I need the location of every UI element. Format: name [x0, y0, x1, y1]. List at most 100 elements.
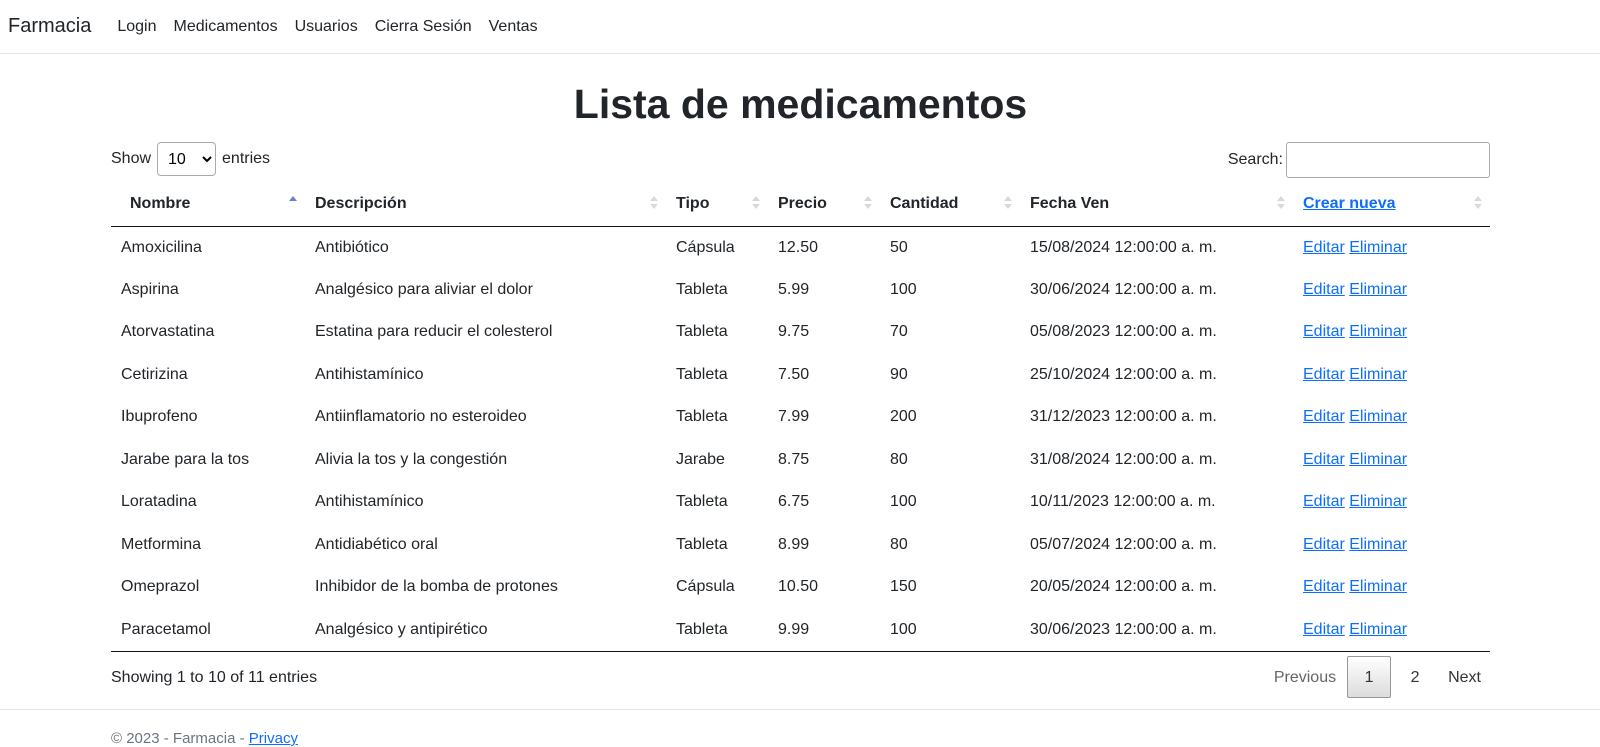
column-header-label: Cantidad	[890, 194, 959, 212]
table-info: Showing 1 to 10 of 11 entries	[111, 668, 318, 686]
delete-link[interactable]: Eliminar	[1349, 578, 1407, 595]
entries-length-control: Show 10 entries	[111, 142, 270, 176]
sort-icon	[752, 196, 760, 212]
table-body: Amoxicilina Antibiótico Cápsula 12.50 50 15/0…	[111, 226, 1490, 652]
cell-tipo: Jarabe	[676, 450, 725, 468]
table-row: Omeprazol Inhibidor de la bomba de proton…	[111, 566, 1490, 609]
cell-precio: 7.99	[778, 408, 810, 426]
edit-link[interactable]: Editar	[1303, 408, 1345, 425]
cell-tipo: Tableta	[676, 280, 728, 298]
edit-link[interactable]: Editar	[1303, 578, 1345, 595]
privacy-link[interactable]: Privacy	[249, 730, 298, 747]
column-header-label: Tipo	[676, 194, 710, 212]
cell-descripcion: Antibiótico	[315, 238, 389, 256]
pagination-page-1[interactable]: 1	[1347, 655, 1392, 698]
column-header-precio[interactable]: Precio	[768, 182, 880, 227]
show-label: Show	[111, 150, 152, 167]
delete-link[interactable]: Eliminar	[1349, 451, 1407, 468]
delete-link[interactable]: Eliminar	[1349, 366, 1407, 383]
cell-precio: 5.99	[778, 280, 810, 298]
cell-precio: 7.50	[778, 365, 810, 383]
table-header-row: Nombre Descripción Tipo Precio Cantidad	[111, 182, 1490, 227]
edit-link[interactable]: Editar	[1303, 493, 1345, 510]
sort-icon	[1474, 196, 1482, 212]
delete-link[interactable]: Eliminar	[1349, 536, 1407, 553]
search-input[interactable]	[1286, 142, 1490, 178]
nav-link-cierra-sesion[interactable]: Cierra Sesión	[375, 18, 472, 36]
column-header-tipo[interactable]: Tipo	[666, 182, 768, 227]
cell-cantidad: 100	[890, 280, 917, 298]
edit-link[interactable]: Editar	[1303, 323, 1345, 340]
edit-link[interactable]: Editar	[1303, 239, 1345, 256]
nav-link-login[interactable]: Login	[117, 18, 156, 36]
navbar-brand[interactable]: Farmacia	[8, 15, 91, 38]
pagination-previous-button[interactable]: Previous	[1265, 656, 1345, 698]
edit-link[interactable]: Editar	[1303, 281, 1345, 298]
cell-tipo: Tableta	[676, 408, 728, 426]
entries-select[interactable]: 10	[157, 142, 217, 176]
cell-nombre: Cetirizina	[121, 365, 188, 383]
table-row: Cetirizina Antihistamínico Tableta 7.50 90 25…	[111, 354, 1490, 397]
sort-ascending-icon	[289, 196, 297, 212]
edit-link[interactable]: Editar	[1303, 621, 1345, 638]
column-header-nombre[interactable]: Nombre	[111, 182, 305, 227]
page-title: Lista de medicamentos	[573, 81, 1028, 127]
cell-descripcion: Analgésico y antipirético	[305, 608, 666, 652]
cell-actions: Editar Eliminar	[1293, 439, 1490, 482]
cell-cantidad: 50	[890, 238, 908, 256]
delete-link[interactable]: Eliminar	[1349, 493, 1407, 510]
nav-link-ventas[interactable]: Ventas	[489, 18, 538, 36]
top-navbar: Farmacia Login Medicamentos Usuarios Cie…	[0, 0, 1600, 54]
search-label: Search:	[1227, 151, 1283, 168]
cell-actions: Editar Eliminar	[1293, 524, 1490, 567]
edit-link[interactable]: Editar	[1303, 366, 1345, 383]
cell-nombre: Atorvastatina	[121, 323, 215, 341]
cell-descripcion: Alivia la tos y la congestión	[315, 450, 508, 468]
cell-tipo: Cápsula	[676, 238, 735, 256]
cell-fecha-ven: 20/05/2024 12:00:00 a. m.	[1030, 578, 1217, 596]
create-new-link[interactable]: Crear nueva	[1303, 195, 1396, 212]
cell-cantidad: 100	[880, 608, 1020, 652]
cell-actions: Editar Eliminar	[1293, 354, 1490, 397]
cell-precio: 10.50	[778, 578, 819, 596]
cell-precio: 8.75	[778, 450, 810, 468]
medicamentos-table: Nombre Descripción Tipo Precio Cantidad	[111, 182, 1490, 652]
column-header-label: Precio	[778, 194, 827, 212]
cell-fecha-ven: 31/12/2023 12:00:00 a. m.	[1030, 408, 1217, 426]
delete-link[interactable]: Eliminar	[1349, 323, 1407, 340]
cell-tipo: Tableta	[666, 608, 768, 652]
cell-nombre: Omeprazol	[121, 578, 200, 596]
cell-fecha-ven: 31/08/2024 12:00:00 a. m.	[1030, 450, 1217, 468]
table-row: Loratadina Antihistamínico Tableta 6.75 100 1…	[111, 481, 1490, 524]
edit-link[interactable]: Editar	[1303, 536, 1345, 553]
footer-text: © 2023 - Farmacia -	[111, 730, 249, 747]
cell-precio: 6.75	[778, 493, 810, 511]
pagination-next-button[interactable]: Next	[1439, 656, 1490, 698]
cell-cantidad: 80	[890, 450, 908, 468]
edit-link[interactable]: Editar	[1303, 451, 1345, 468]
column-header-fecha-ven[interactable]: Fecha Ven	[1020, 182, 1293, 227]
delete-link[interactable]: Eliminar	[1349, 408, 1407, 425]
nav-link-usuarios[interactable]: Usuarios	[295, 18, 358, 36]
cell-descripcion: Antiinflamatorio no esteroideo	[315, 408, 527, 426]
delete-link[interactable]: Eliminar	[1349, 621, 1407, 638]
nav-link-medicamentos[interactable]: Medicamentos	[174, 18, 278, 36]
cell-fecha-ven: 25/10/2024 12:00:00 a. m.	[1030, 365, 1217, 383]
cell-actions: Editar Eliminar	[1293, 481, 1490, 524]
cell-tipo: Tableta	[676, 535, 728, 553]
column-header-descripcion[interactable]: Descripción	[305, 182, 666, 227]
search-control: Search:	[1228, 142, 1490, 178]
cell-fecha-ven: 15/08/2024 12:00:00 a. m.	[1030, 238, 1217, 256]
pagination-page-2[interactable]: 2	[1393, 656, 1437, 698]
delete-link[interactable]: Eliminar	[1349, 281, 1407, 298]
cell-actions: Editar Eliminar	[1293, 311, 1490, 354]
cell-descripcion: Antidiabético oral	[315, 535, 438, 553]
column-header-actions[interactable]: Crear nueva	[1293, 182, 1490, 227]
cell-fecha-ven: 05/07/2024 12:00:00 a. m.	[1030, 535, 1217, 553]
delete-link[interactable]: Eliminar	[1349, 239, 1407, 256]
cell-cantidad: 200	[890, 408, 917, 426]
cell-fecha-ven: 10/11/2023 12:00:00 a. m.	[1030, 493, 1216, 511]
column-header-cantidad[interactable]: Cantidad	[880, 182, 1020, 227]
cell-nombre: Jarabe para la tos	[121, 450, 250, 468]
cell-tipo: Tableta	[676, 493, 728, 511]
